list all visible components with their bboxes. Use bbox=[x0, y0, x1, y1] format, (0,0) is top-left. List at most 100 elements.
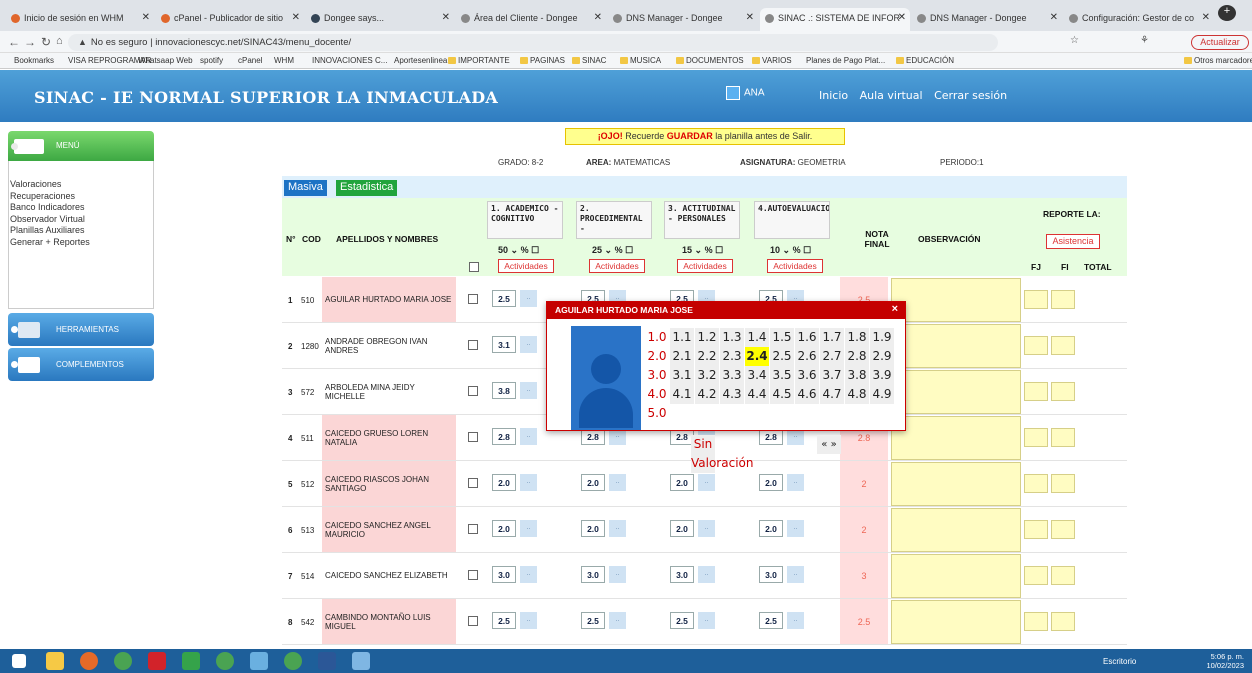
observation-textarea[interactable] bbox=[891, 508, 1021, 552]
new-tab-icon[interactable]: + bbox=[1218, 5, 1236, 21]
word-icon[interactable] bbox=[318, 652, 336, 670]
grade-option[interactable]: 3.3 bbox=[720, 366, 744, 385]
grade-detail-button[interactable]: .. bbox=[787, 566, 804, 583]
grade-option[interactable]: 3.8 bbox=[845, 366, 869, 385]
grade-input[interactable]: 3.0 bbox=[492, 566, 516, 583]
row-checkbox[interactable] bbox=[468, 432, 478, 442]
nav-aula-virtual[interactable]: Aula virtual bbox=[860, 89, 923, 102]
grade-input[interactable]: 2.8 bbox=[492, 428, 516, 445]
close-icon[interactable]: ✕ bbox=[1050, 12, 1058, 23]
grade-detail-button[interactable]: .. bbox=[787, 612, 804, 629]
masiva-button[interactable]: Masiva bbox=[284, 180, 327, 196]
checkbox-icon[interactable]: ☐ bbox=[625, 245, 633, 255]
observation-textarea[interactable] bbox=[891, 416, 1021, 460]
grade-detail-button[interactable]: .. bbox=[787, 520, 804, 537]
actividades-button-3[interactable]: Actividades bbox=[677, 259, 733, 273]
grade-option[interactable]: 2.3 bbox=[720, 347, 744, 366]
url-input[interactable]: ▲ No es seguro | innovacionescyc.net/SINA… bbox=[68, 34, 998, 51]
grade-option[interactable]: 2.6 bbox=[795, 347, 819, 366]
close-icon[interactable]: ✕ bbox=[1202, 12, 1210, 23]
grade-option[interactable]: 1.9 bbox=[870, 328, 894, 347]
fi-input[interactable] bbox=[1051, 566, 1075, 585]
grade-option[interactable]: 3.6 bbox=[795, 366, 819, 385]
checkbox-icon[interactable]: ☐ bbox=[715, 245, 723, 255]
bookmark-item[interactable]: PAGINAS bbox=[520, 56, 565, 65]
back-icon[interactable]: ← bbox=[8, 35, 20, 49]
grade-option[interactable]: 2.0 bbox=[645, 347, 669, 366]
grade-detail-button[interactable]: .. bbox=[609, 612, 626, 629]
menu-header[interactable]: MENÚ bbox=[8, 131, 154, 161]
sidebar-item-generar-reportes[interactable]: Generar + Reportes bbox=[9, 237, 153, 249]
grade-option[interactable]: 4.4 bbox=[745, 385, 769, 404]
checkbox-icon[interactable]: ☐ bbox=[803, 245, 811, 255]
grade-input[interactable]: 2.5 bbox=[581, 612, 605, 629]
checkbox-icon[interactable]: ☐ bbox=[531, 245, 539, 255]
fj-input[interactable] bbox=[1024, 428, 1048, 447]
sidebar-item-planillas-auxiliares[interactable]: Planillas Auxiliares bbox=[9, 225, 153, 237]
browser-tab[interactable]: Inicio de sesión en WHM ✕ bbox=[6, 8, 154, 31]
grade-option[interactable]: 1.6 bbox=[795, 328, 819, 347]
grade-input[interactable]: 2.0 bbox=[759, 520, 783, 537]
observation-textarea[interactable] bbox=[891, 554, 1021, 598]
grade-input[interactable]: 2.0 bbox=[670, 474, 694, 491]
dimension-3-weight[interactable]: 15 ⌄ % ☐ bbox=[682, 245, 723, 256]
app-icon[interactable] bbox=[250, 652, 268, 670]
bookmark-item[interactable]: SINAC bbox=[572, 56, 606, 65]
fi-input[interactable] bbox=[1051, 474, 1075, 493]
bookmark-item[interactable]: Otros marcadores bbox=[1184, 56, 1252, 65]
reload-icon[interactable]: ↻ bbox=[41, 35, 51, 49]
close-icon[interactable]: ✕ bbox=[142, 12, 150, 23]
grade-detail-button[interactable]: .. bbox=[520, 566, 537, 583]
fi-input[interactable] bbox=[1051, 290, 1075, 309]
grade-option[interactable]: 3.2 bbox=[695, 366, 719, 385]
grade-option[interactable]: 5.0 bbox=[645, 404, 669, 423]
grade-detail-button[interactable]: .. bbox=[520, 474, 537, 491]
sidebar-item-valoraciones[interactable]: Valoraciones bbox=[9, 179, 153, 191]
grade-option[interactable]: 1.8 bbox=[845, 328, 869, 347]
grade-detail-button[interactable]: .. bbox=[698, 474, 715, 491]
grade-detail-button[interactable]: .. bbox=[787, 474, 804, 491]
browser-tab[interactable]: Área del Cliente - Dongee ✕ bbox=[456, 8, 606, 31]
grade-detail-button[interactable]: .. bbox=[520, 428, 537, 445]
browser-tab[interactable]: DNS Manager - Dongee ✕ bbox=[608, 8, 758, 31]
grade-input[interactable]: 2.0 bbox=[759, 474, 783, 491]
grade-option[interactable]: 2.1 bbox=[670, 347, 694, 366]
browser-tab[interactable]: Dongee says... ✕ bbox=[306, 8, 454, 31]
grade-option[interactable]: 2.8 bbox=[845, 347, 869, 366]
fj-input[interactable] bbox=[1024, 612, 1048, 631]
grade-detail-button[interactable]: .. bbox=[698, 566, 715, 583]
grade-option[interactable]: 4.2 bbox=[695, 385, 719, 404]
grade-option[interactable]: 1.0 bbox=[645, 328, 669, 347]
close-icon[interactable]: ✕ bbox=[594, 12, 602, 23]
grade-option[interactable]: 4.0 bbox=[645, 385, 669, 404]
browser-tab[interactable]: cPanel - Publicador de sitio ✕ bbox=[156, 8, 304, 31]
bookmark-item[interactable]: Whatsaap Web bbox=[128, 56, 193, 65]
bookmark-item[interactable]: spotify bbox=[190, 56, 223, 65]
grade-detail-button[interactable]: .. bbox=[520, 336, 537, 353]
browser-tab[interactable]: Configuración: Gestor de co ✕ bbox=[1064, 8, 1214, 31]
forward-icon[interactable]: → bbox=[24, 35, 36, 49]
desktop-label[interactable]: Escritorio bbox=[1103, 657, 1136, 666]
photos-icon[interactable] bbox=[352, 652, 370, 670]
grade-detail-button[interactable]: .. bbox=[520, 612, 537, 629]
grade-input[interactable]: 3.8 bbox=[492, 382, 516, 399]
observation-textarea[interactable] bbox=[891, 278, 1021, 322]
update-button[interactable]: Actualizar bbox=[1191, 35, 1249, 50]
grade-option[interactable]: 3.7 bbox=[820, 366, 844, 385]
grade-input[interactable]: 2.5 bbox=[492, 290, 516, 307]
bookmark-item[interactable]: MUSICA bbox=[620, 56, 661, 65]
grade-option[interactable]: 1.7 bbox=[820, 328, 844, 347]
observation-textarea[interactable] bbox=[891, 462, 1021, 506]
bookmark-item[interactable]: Bookmarks bbox=[4, 56, 54, 65]
close-icon[interactable]: ✕ bbox=[746, 12, 754, 23]
grade-input[interactable]: 2.0 bbox=[581, 474, 605, 491]
grade-input[interactable]: 2.0 bbox=[492, 474, 516, 491]
grade-input[interactable]: 2.0 bbox=[581, 520, 605, 537]
row-checkbox[interactable] bbox=[468, 478, 478, 488]
filezilla-icon[interactable] bbox=[148, 652, 166, 670]
bookmark-item[interactable]: IMPORTANTE bbox=[448, 56, 510, 65]
chrome-icon[interactable] bbox=[114, 652, 132, 670]
grade-option[interactable]: 3.9 bbox=[870, 366, 894, 385]
star-icon[interactable]: ☆ bbox=[1070, 35, 1079, 46]
bookmark-item[interactable]: VARIOS bbox=[752, 56, 792, 65]
